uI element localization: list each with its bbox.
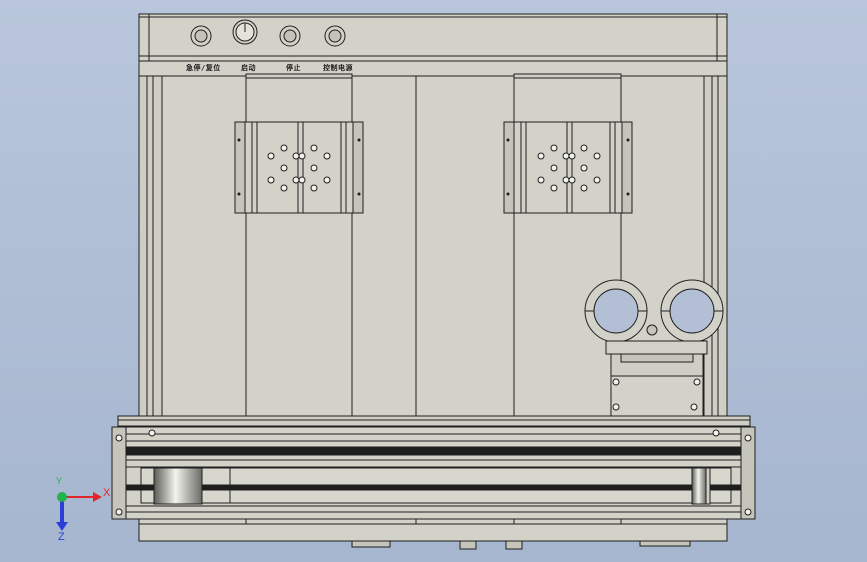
estop-reset-label: 急停/复位 xyxy=(186,64,221,72)
bottom-base xyxy=(138,518,728,550)
linear-slider[interactable] xyxy=(153,467,203,505)
triad-y-label: Y xyxy=(56,476,63,486)
power-label: 控制电源 xyxy=(323,64,353,72)
cad-viewport[interactable]: 急停/复位 启动 停止 控制电源 X Y Z xyxy=(0,0,867,562)
end-block xyxy=(691,467,711,505)
stop-label: 停止 xyxy=(286,64,301,72)
right-mounting-plate xyxy=(503,121,633,214)
stop-button[interactable] xyxy=(324,25,346,47)
triad-z-label: Z xyxy=(58,531,65,543)
start-gauge-label: 启动 xyxy=(241,64,256,72)
triad-x-label: X xyxy=(103,487,111,499)
control-panel xyxy=(138,13,728,62)
start-button[interactable] xyxy=(279,25,301,47)
pressure-gauge-icon xyxy=(232,19,258,45)
left-mounting-plate xyxy=(234,121,364,214)
linear-rail xyxy=(111,415,756,520)
estop-reset-button[interactable] xyxy=(190,25,212,47)
orientation-triad[interactable] xyxy=(56,492,102,531)
